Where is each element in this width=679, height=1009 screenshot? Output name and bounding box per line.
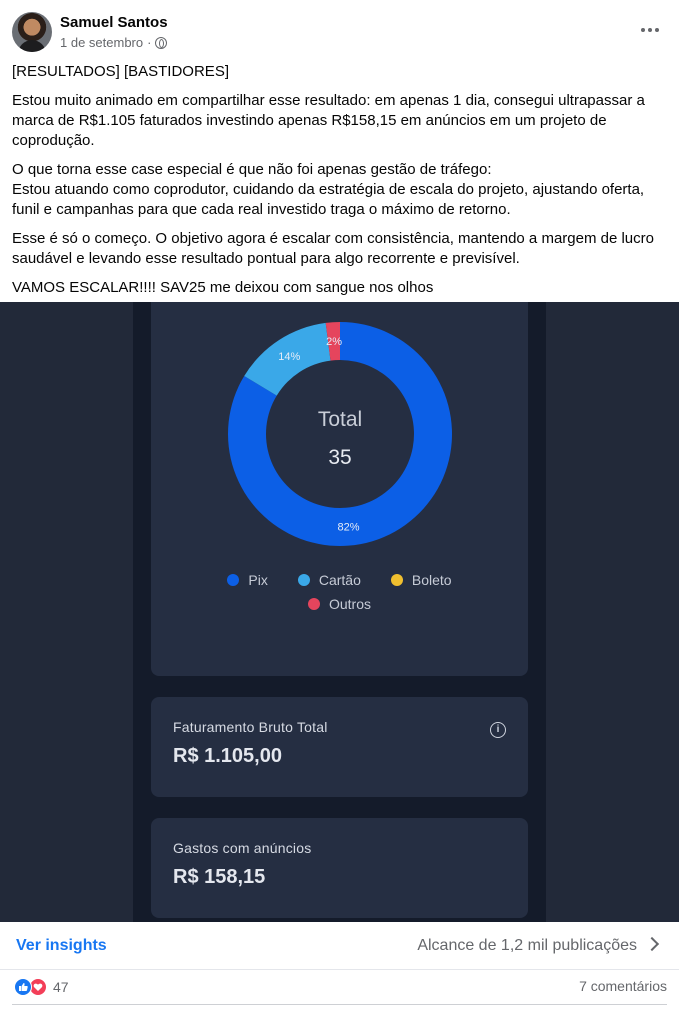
ad-spend-label: Gastos com anúncios: [173, 840, 312, 856]
post-paragraph: [RESULTADOS] [BASTIDORES]: [12, 63, 229, 80]
avatar[interactable]: [12, 12, 52, 52]
more-dot: [655, 28, 659, 32]
reaction-count: 47: [53, 979, 69, 995]
post-date[interactable]: 1 de setembro: [60, 35, 143, 50]
donut-label-outros: 2%: [326, 336, 342, 348]
post-image[interactable]: 82% 14% 2% Total 35 Pix Cartão Boleto Outr…: [0, 302, 679, 922]
chevron-right-icon[interactable]: [644, 936, 660, 952]
legend-row: Outros: [151, 596, 528, 612]
donut-center-value: 35: [328, 446, 351, 469]
donut-center-title: Total: [318, 408, 362, 431]
legend-row: Pix Cartão Boleto: [151, 572, 528, 588]
ad-spend-card: Gastos com anúncios R$ 158,15: [151, 818, 528, 918]
view-insights-link[interactable]: Ver insights: [16, 937, 107, 955]
legend-label-outros: Outros: [328, 596, 371, 612]
legend-item-pix: Pix: [227, 572, 268, 588]
more-horizontal-icon: [641, 28, 645, 32]
chart-legend: Pix Cartão Boleto Outros: [151, 572, 528, 620]
legend-dot-pix: [227, 574, 240, 586]
divider: [12, 1004, 667, 1005]
legend-item-outros: Outros: [307, 596, 371, 612]
insights-bar: Ver insights Alcance de 1,2 mil publicaç…: [0, 922, 679, 970]
legend-label-cartao: Cartão: [318, 572, 361, 588]
post-meta: 1 de setembro ·: [60, 35, 168, 50]
legend-item-boleto: Boleto: [390, 572, 452, 588]
legend-dot-boleto: [390, 574, 403, 586]
legend-dot-outros: [307, 598, 320, 610]
legend-item-cartao: Cartão: [297, 572, 361, 588]
author-name[interactable]: Samuel Santos: [60, 14, 168, 31]
like-reaction-icon: [14, 978, 32, 996]
ad-spend-value: R$ 158,15: [173, 866, 266, 888]
info-icon: i: [490, 722, 506, 738]
post-paragraph: O que torna esse case especial é que não…: [12, 161, 645, 218]
gross-revenue-label: Faturamento Bruto Total: [173, 719, 328, 735]
legend-label-boleto: Boleto: [411, 572, 452, 588]
post-paragraph: Esse é só o começo. O objetivo agora é e…: [12, 230, 654, 267]
more-dot: [648, 28, 652, 32]
comments-count-link[interactable]: 7 comentários: [579, 978, 667, 994]
gross-revenue-value: R$ 1.105,00: [173, 745, 282, 767]
post-paragraph: VAMOS ESCALAR!!!! SAV25 me deixou com sa…: [12, 279, 434, 296]
reach-link[interactable]: Alcance de 1,2 mil publicações: [417, 937, 637, 955]
reactions-summary[interactable]: 47: [14, 978, 69, 996]
donut-label-pix: 82%: [338, 522, 360, 534]
more-options-button[interactable]: [638, 20, 662, 40]
legend-dot-cartao: [297, 574, 310, 586]
meta-separator: ·: [147, 35, 152, 50]
post-header: Samuel Santos 1 de setembro ·: [0, 0, 679, 58]
globe-icon[interactable]: [155, 36, 168, 49]
legend-label-pix: Pix: [248, 572, 268, 588]
post-text: [RESULTADOS] [BASTIDORES] Estou muito an…: [12, 62, 667, 307]
post-paragraph: Estou muito animado em compartilhar esse…: [12, 92, 645, 149]
gross-revenue-card: Faturamento Bruto Total R$ 1.105,00 i: [151, 697, 528, 797]
donut-label-cartão: 14%: [278, 351, 300, 363]
donut-chart: 82% 14% 2% Total 35: [227, 322, 452, 546]
